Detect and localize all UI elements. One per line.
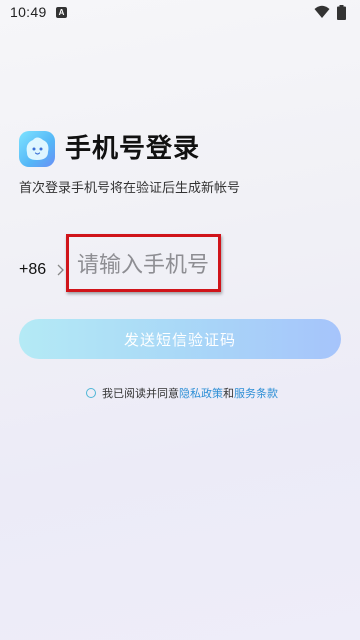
country-code-selector[interactable]: +86 bbox=[19, 260, 46, 280]
terms-of-service-link[interactable]: 服务条款 bbox=[234, 385, 278, 401]
status-time: 10:49 bbox=[10, 4, 47, 20]
chevron-right-icon[interactable] bbox=[57, 264, 64, 276]
privacy-policy-link[interactable]: 隐私政策 bbox=[179, 385, 223, 401]
agree-radio-checkbox[interactable] bbox=[86, 388, 96, 398]
agreement-row: 我已阅读并同意 隐私政策 和 服务条款 bbox=[86, 384, 278, 402]
highlight-box bbox=[66, 234, 221, 292]
agreement-prefix-text: 我已阅读并同意 bbox=[102, 387, 179, 400]
page-title: 手机号登录 bbox=[65, 134, 201, 164]
app-logo-icon bbox=[19, 131, 55, 167]
wifi-icon bbox=[314, 5, 330, 18]
status-bar: 10:49 A bbox=[0, 0, 360, 26]
send-sms-code-button[interactable]: 发送短信验证码 bbox=[19, 319, 341, 359]
battery-icon bbox=[337, 5, 346, 20]
page-subtitle: 首次登录手机号将在验证后生成新帐号 bbox=[19, 181, 241, 196]
a-letter-icon: A bbox=[56, 7, 67, 18]
phone-input-row: +86 bbox=[19, 234, 341, 300]
agreement-conjunction-text: 和 bbox=[223, 387, 234, 400]
